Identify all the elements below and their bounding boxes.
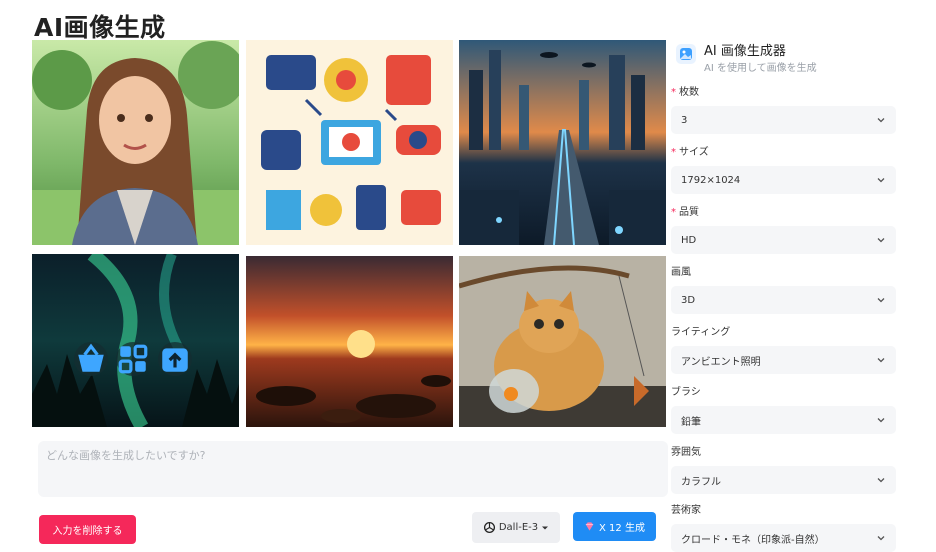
artist-value: クロード・モネ（印象派-自然） — [681, 534, 825, 546]
field-quality-label: * 品質 — [671, 207, 699, 218]
caret-down-icon — [542, 526, 549, 529]
field-count-label: * 枚数 — [671, 87, 699, 98]
chevron-down-icon — [877, 536, 885, 541]
field-mood: 雰囲気 カラフル — [671, 443, 896, 494]
count-select[interactable]: 3 — [671, 106, 896, 134]
generate-label: X 12 生成 — [599, 523, 645, 534]
size-value: 1792×1024 — [681, 174, 741, 186]
gallery-image-2[interactable] — [246, 40, 453, 245]
required-mark: * — [671, 87, 676, 98]
field-brush-label: ブラシ — [671, 387, 701, 398]
field-mood-label: 雰囲気 — [671, 447, 701, 458]
required-mark: * — [671, 147, 676, 158]
field-size: * サイズ 1792×1024 — [671, 143, 896, 194]
field-lighting-label: ライティング — [671, 327, 731, 338]
gem-icon — [585, 522, 594, 531]
lighting-value: アンビエント照明 — [681, 356, 761, 368]
page-title: AI画像生成 — [34, 13, 166, 42]
chevron-down-icon — [877, 178, 885, 183]
field-artist-label: 芸術家 — [671, 505, 701, 516]
size-select[interactable]: 1792×1024 — [671, 166, 896, 194]
field-style-label: 画風 — [671, 267, 691, 278]
settings-panel: AI 画像生成器 AI を使用して画像を生成 * 枚数 3 * サイズ 1792×1… — [668, 36, 896, 552]
variation-image-button[interactable] — [116, 342, 150, 376]
gallery-image-6[interactable] — [459, 256, 666, 427]
chevron-down-icon — [877, 478, 885, 483]
generate-button[interactable]: X 12 生成 — [573, 512, 656, 541]
basket-icon — [78, 343, 104, 372]
prompt-box — [38, 441, 668, 497]
count-value: 3 — [681, 114, 688, 126]
panel-subtitle: AI を使用して画像を生成 — [704, 63, 817, 74]
style-select[interactable]: 3D — [671, 286, 896, 314]
field-quality: * 品質 HD — [671, 203, 896, 254]
openai-icon — [483, 521, 495, 534]
model-label: Dall-E-3 — [498, 522, 539, 533]
upload-icon — [162, 348, 188, 372]
style-value: 3D — [681, 294, 696, 306]
gallery-image-5[interactable] — [246, 256, 453, 427]
field-brush: ブラシ 鉛筆 — [671, 383, 896, 434]
quality-select[interactable]: HD — [671, 226, 896, 254]
gallery-image-4[interactable] — [32, 254, 239, 427]
chevron-down-icon — [877, 418, 885, 423]
model-select-button[interactable]: Dall-E-3 — [472, 512, 560, 543]
required-mark: * — [671, 207, 676, 218]
delete-image-button[interactable] — [74, 342, 108, 376]
lighting-select[interactable]: アンビエント照明 — [671, 346, 896, 374]
quality-value: HD — [681, 234, 697, 246]
clear-input-button[interactable]: 入力を削除する — [39, 515, 136, 544]
prompt-input[interactable] — [46, 447, 660, 491]
image-gallery — [32, 40, 666, 427]
chevron-down-icon — [877, 118, 885, 123]
field-style: 画風 3D — [671, 263, 896, 314]
clear-input-label: 入力を削除する — [52, 526, 123, 537]
gallery-image-1[interactable] — [32, 40, 239, 245]
panel-title: AI 画像生成器 — [704, 44, 786, 59]
mood-select[interactable]: カラフル — [671, 466, 896, 494]
mood-value: カラフル — [681, 476, 721, 488]
chevron-down-icon — [877, 358, 885, 363]
field-count: * 枚数 3 — [671, 83, 896, 134]
grid-icon — [118, 344, 148, 374]
brush-select[interactable]: 鉛筆 — [671, 406, 896, 434]
chevron-down-icon — [877, 238, 885, 243]
image-app-icon — [676, 44, 696, 64]
image-hover-actions — [74, 342, 192, 376]
gallery-image-3[interactable] — [459, 40, 666, 245]
artist-select[interactable]: クロード・モネ（印象派-自然） — [671, 524, 896, 552]
field-artist: 芸術家 クロード・モネ（印象派-自然） — [671, 501, 896, 552]
field-size-label: * サイズ — [671, 147, 709, 158]
brush-value: 鉛筆 — [681, 416, 701, 428]
field-lighting: ライティング アンビエント照明 — [671, 323, 896, 374]
chevron-down-icon — [877, 298, 885, 303]
upload-image-button[interactable] — [158, 342, 192, 376]
